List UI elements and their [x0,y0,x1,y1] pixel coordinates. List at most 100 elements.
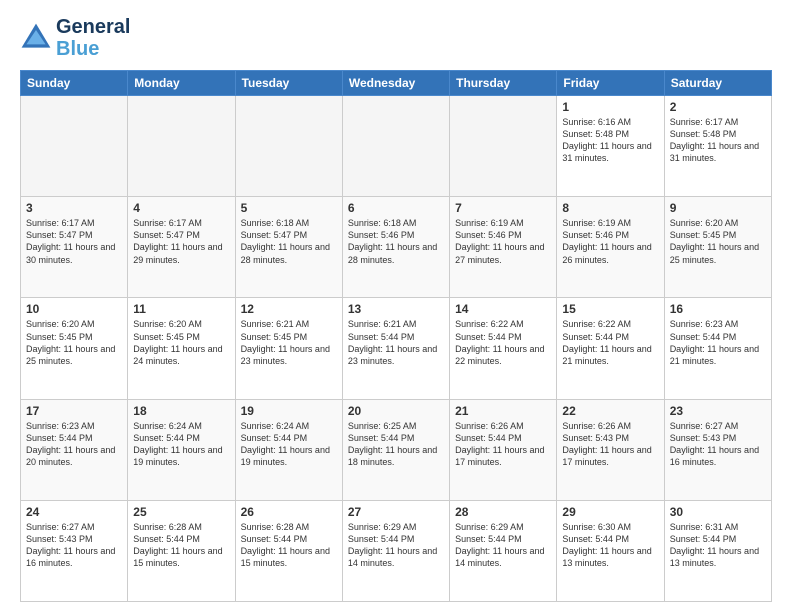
day-number: 26 [241,505,337,519]
day-number: 1 [562,100,658,114]
day-number: 6 [348,201,444,215]
day-number: 30 [670,505,766,519]
day-cell: 25 Sunrise: 6:28 AM Sunset: 5:44 PM Dayli… [128,500,235,601]
day-cell: 23 Sunrise: 6:27 AM Sunset: 5:43 PM Dayli… [664,399,771,500]
logo-icon [20,22,52,54]
day-cell: 8 Sunrise: 6:19 AM Sunset: 5:46 PM Daylig… [557,197,664,298]
day-info: Sunrise: 6:27 AM Sunset: 5:43 PM Dayligh… [670,420,766,469]
day-cell: 28 Sunrise: 6:29 AM Sunset: 5:44 PM Dayli… [450,500,557,601]
week-row-3: 10Sunrise: 6:20 AM Sunset: 5:45 PM Dayli… [21,298,772,399]
day-info: Sunrise: 6:18 AM Sunset: 5:47 PM Dayligh… [241,217,337,266]
day-info: Sunrise: 6:20 AM Sunset: 5:45 PM Dayligh… [133,318,229,367]
day-number: 25 [133,505,229,519]
day-number: 23 [670,404,766,418]
day-number: 29 [562,505,658,519]
page: General Blue SundayMondayTuesdayWednesda… [0,0,792,612]
day-info: Sunrise: 6:17 AM Sunset: 5:48 PM Dayligh… [670,116,766,165]
day-cell [342,96,449,197]
day-info: Sunrise: 6:20 AM Sunset: 5:45 PM Dayligh… [670,217,766,266]
day-info: Sunrise: 6:20 AM Sunset: 5:45 PM Dayligh… [26,318,122,367]
week-row-1: 1 Sunrise: 6:16 AM Sunset: 5:48 PM Daylig… [21,96,772,197]
day-number: 17 [26,404,122,418]
day-cell: 19 Sunrise: 6:24 AM Sunset: 5:44 PM Dayli… [235,399,342,500]
day-cell [450,96,557,197]
day-number: 9 [670,201,766,215]
day-cell [21,96,128,197]
day-number: 22 [562,404,658,418]
day-info: Sunrise: 6:27 AM Sunset: 5:43 PM Dayligh… [26,521,122,570]
day-number: 5 [241,201,337,215]
logo-line2: Blue [56,38,99,60]
day-cell: 11 Sunrise: 6:20 AM Sunset: 5:45 PM Dayli… [128,298,235,399]
day-info: Sunrise: 6:29 AM Sunset: 5:44 PM Dayligh… [455,521,551,570]
day-number: 8 [562,201,658,215]
day-cell: 7 Sunrise: 6:19 AM Sunset: 5:46 PM Daylig… [450,197,557,298]
weekday-header-wednesday: Wednesday [342,71,449,96]
logo-text: General Blue [56,16,130,60]
day-cell: 20 Sunrise: 6:25 AM Sunset: 5:44 PM Dayli… [342,399,449,500]
day-cell: 6 Sunrise: 6:18 AM Sunset: 5:46 PM Daylig… [342,197,449,298]
day-cell: 18 Sunrise: 6:24 AM Sunset: 5:44 PM Dayli… [128,399,235,500]
week-row-5: 24 Sunrise: 6:27 AM Sunset: 5:43 PM Dayli… [21,500,772,601]
day-cell: 24 Sunrise: 6:27 AM Sunset: 5:43 PM Dayli… [21,500,128,601]
day-cell: 21Sunrise: 6:26 AM Sunset: 5:44 PM Dayli… [450,399,557,500]
day-cell: 22Sunrise: 6:26 AM Sunset: 5:43 PM Dayli… [557,399,664,500]
day-cell [128,96,235,197]
day-info: Sunrise: 6:28 AM Sunset: 5:44 PM Dayligh… [133,521,229,570]
day-info: Sunrise: 6:19 AM Sunset: 5:46 PM Dayligh… [562,217,658,266]
logo: General Blue [20,16,130,60]
day-cell: 14Sunrise: 6:22 AM Sunset: 5:44 PM Dayli… [450,298,557,399]
day-info: Sunrise: 6:17 AM Sunset: 5:47 PM Dayligh… [26,217,122,266]
day-cell: 2 Sunrise: 6:17 AM Sunset: 5:48 PM Daylig… [664,96,771,197]
day-cell: 17 Sunrise: 6:23 AM Sunset: 5:44 PM Dayli… [21,399,128,500]
day-cell: 26Sunrise: 6:28 AM Sunset: 5:44 PM Dayli… [235,500,342,601]
day-info: Sunrise: 6:18 AM Sunset: 5:46 PM Dayligh… [348,217,444,266]
day-cell: 16Sunrise: 6:23 AM Sunset: 5:44 PM Dayli… [664,298,771,399]
day-number: 27 [348,505,444,519]
week-row-4: 17 Sunrise: 6:23 AM Sunset: 5:44 PM Dayli… [21,399,772,500]
day-cell: 5 Sunrise: 6:18 AM Sunset: 5:47 PM Daylig… [235,197,342,298]
day-info: Sunrise: 6:25 AM Sunset: 5:44 PM Dayligh… [348,420,444,469]
day-info: Sunrise: 6:24 AM Sunset: 5:44 PM Dayligh… [241,420,337,469]
day-info: Sunrise: 6:24 AM Sunset: 5:44 PM Dayligh… [133,420,229,469]
day-cell: 15 Sunrise: 6:22 AM Sunset: 5:44 PM Dayli… [557,298,664,399]
week-row-2: 3 Sunrise: 6:17 AM Sunset: 5:47 PM Daylig… [21,197,772,298]
day-number: 19 [241,404,337,418]
day-info: Sunrise: 6:17 AM Sunset: 5:47 PM Dayligh… [133,217,229,266]
day-info: Sunrise: 6:23 AM Sunset: 5:44 PM Dayligh… [670,318,766,367]
day-number: 28 [455,505,551,519]
day-info: Sunrise: 6:22 AM Sunset: 5:44 PM Dayligh… [562,318,658,367]
day-number: 18 [133,404,229,418]
day-cell: 29 Sunrise: 6:30 AM Sunset: 5:44 PM Dayli… [557,500,664,601]
day-number: 11 [133,302,229,316]
day-info: Sunrise: 6:26 AM Sunset: 5:44 PM Dayligh… [455,420,551,469]
day-cell [235,96,342,197]
day-number: 2 [670,100,766,114]
day-number: 13 [348,302,444,316]
day-cell: 27Sunrise: 6:29 AM Sunset: 5:44 PM Dayli… [342,500,449,601]
day-info: Sunrise: 6:21 AM Sunset: 5:44 PM Dayligh… [348,318,444,367]
day-number: 7 [455,201,551,215]
day-info: Sunrise: 6:16 AM Sunset: 5:48 PM Dayligh… [562,116,658,165]
day-info: Sunrise: 6:19 AM Sunset: 5:46 PM Dayligh… [455,217,551,266]
day-number: 24 [26,505,122,519]
day-cell: 10Sunrise: 6:20 AM Sunset: 5:45 PM Dayli… [21,298,128,399]
day-cell: 9 Sunrise: 6:20 AM Sunset: 5:45 PM Daylig… [664,197,771,298]
day-info: Sunrise: 6:23 AM Sunset: 5:44 PM Dayligh… [26,420,122,469]
weekday-header-thursday: Thursday [450,71,557,96]
day-cell: 30 Sunrise: 6:31 AM Sunset: 5:44 PM Dayli… [664,500,771,601]
day-number: 12 [241,302,337,316]
day-cell: 1 Sunrise: 6:16 AM Sunset: 5:48 PM Daylig… [557,96,664,197]
day-number: 15 [562,302,658,316]
weekday-header-row: SundayMondayTuesdayWednesdayThursdayFrid… [21,71,772,96]
day-number: 3 [26,201,122,215]
day-cell: 3 Sunrise: 6:17 AM Sunset: 5:47 PM Daylig… [21,197,128,298]
day-info: Sunrise: 6:22 AM Sunset: 5:44 PM Dayligh… [455,318,551,367]
day-info: Sunrise: 6:30 AM Sunset: 5:44 PM Dayligh… [562,521,658,570]
day-cell: 13 Sunrise: 6:21 AM Sunset: 5:44 PM Dayli… [342,298,449,399]
logo-line1: General [56,16,130,38]
calendar: SundayMondayTuesdayWednesdayThursdayFrid… [20,70,772,602]
weekday-header-monday: Monday [128,71,235,96]
day-number: 20 [348,404,444,418]
day-info: Sunrise: 6:31 AM Sunset: 5:44 PM Dayligh… [670,521,766,570]
